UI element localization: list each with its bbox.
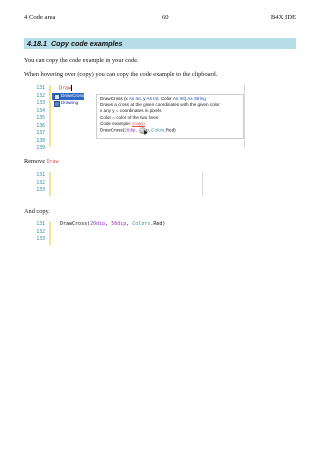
code-example: DrawCross(20dip, p, Colors.Red) — [100, 127, 240, 135]
example-number: 20dip — [124, 127, 136, 133]
line-number: 132 — [36, 180, 45, 186]
copy-link[interactable]: (copy) — [132, 121, 145, 126]
sig-name: DrawCross — [100, 96, 123, 101]
method-icon — [54, 100, 60, 107]
paragraph-hover: When hovering over (copy) you can copy t… — [24, 71, 218, 78]
section-number: 4.18.1 — [27, 39, 47, 48]
sig-return-type: String — [193, 96, 206, 101]
remove-code: Draw — [46, 159, 59, 165]
line-number: 133 — [36, 237, 45, 242]
sig-param: x — [125, 96, 128, 101]
code-line: 131 — [30, 172, 300, 180]
documentation-tooltip: DrawCross (x As Int, y As Int, Color As … — [96, 94, 244, 139]
code-editor-screenshot-2: 131 132 133 — [30, 172, 300, 196]
line-number: 133 — [36, 188, 45, 193]
hand-pointer-icon — [138, 127, 148, 135]
pasted-code[interactable]: DrawCross(20dip, 50dip, Colors.Red) — [60, 221, 165, 229]
line-number: 135 — [36, 116, 45, 121]
code-line: 133 — [30, 187, 300, 195]
line-number: 132 — [36, 93, 45, 99]
line-number: 131 — [36, 86, 45, 91]
sig-keyword: As — [187, 96, 193, 101]
code-colors: Colors — [132, 221, 151, 227]
line-number: 137 — [36, 131, 45, 136]
paragraph-remove: Remove Draw — [24, 158, 59, 165]
header-chapter: 4 Code area — [24, 14, 56, 21]
code-line: 139 — [30, 145, 300, 153]
sig-keyword: As — [146, 96, 152, 101]
code-editor-screenshot-1: 131 132 133 134 135 136 137 138 139 Draw… — [30, 85, 300, 151]
paragraph-and-copy: And copy. — [24, 208, 50, 215]
line-number: 139 — [36, 146, 45, 151]
code-line: 132 — [30, 180, 300, 188]
line-number: 132 — [36, 229, 45, 235]
line-number: 131 — [36, 222, 45, 227]
typed-text: Draw — [59, 85, 72, 92]
code-example-caption: Code example: — [100, 120, 133, 126]
autocomplete-item-drawing[interactable]: Drawing — [52, 100, 84, 107]
header-page-number: 60 — [162, 14, 169, 21]
autocomplete-label: DrawCross — [61, 93, 85, 98]
autocomplete-label: Drawing — [61, 99, 79, 105]
line-number: 131 — [36, 173, 45, 178]
paragraph-intro: You can copy the code example in your co… — [24, 57, 139, 64]
section-heading: 4.18.1 Copy code examples — [24, 38, 296, 49]
sig-param: Color — [160, 96, 172, 101]
autocomplete-list[interactable]: DrawCross Drawing — [52, 93, 85, 107]
example-sep: , — [135, 127, 139, 133]
example-fn: DrawCross( — [100, 127, 125, 133]
page-header: 4 Code area 60 B4X IDE — [24, 14, 296, 24]
sig-keyword: As — [128, 96, 135, 101]
sig-keyword: As — [172, 96, 179, 101]
example-colors: Colors — [151, 127, 165, 133]
code-editor-screenshot-3: 131 132 133 DrawCross(20dip, 50dip, Colo… — [30, 221, 300, 245]
mouse-cursor-icon — [141, 129, 148, 135]
sig-param: y — [143, 96, 146, 101]
code-line: 132 — [30, 229, 300, 237]
example-red: .Red) — [164, 127, 176, 133]
line-number: 136 — [36, 123, 45, 129]
typed-code[interactable]: Draw — [59, 85, 73, 93]
code-line: 133 — [30, 236, 300, 244]
code-number: 20dip — [90, 221, 106, 227]
line-number: 138 — [36, 138, 45, 144]
text-cursor — [71, 85, 73, 91]
code-fn: DrawCross( — [60, 221, 91, 227]
header-book-title: B4X IDE — [270, 14, 296, 21]
remove-text: Remove — [24, 158, 47, 165]
code-red: .Red) — [150, 221, 166, 227]
line-number: 134 — [36, 108, 45, 114]
code-number: 50dip — [111, 221, 127, 227]
section-title: Copy code examples — [50, 39, 123, 48]
line-number: 133 — [36, 101, 45, 106]
